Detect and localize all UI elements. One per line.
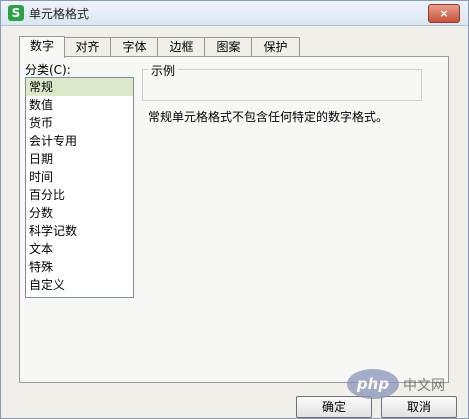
tab-pattern[interactable]: 图案 (204, 37, 253, 56)
category-list[interactable]: 常规 数值 货币 会计专用 日期 时间 百分比 分数 科学记数 文本 特殊 自定… (25, 77, 134, 298)
category-item-percentage[interactable]: 百分比 (26, 186, 133, 204)
category-item-general[interactable]: 常规 (26, 78, 133, 96)
tab-border[interactable]: 边框 (157, 37, 206, 56)
category-item-text[interactable]: 文本 (26, 240, 133, 258)
category-item-custom[interactable]: 自定义 (26, 276, 133, 294)
sample-box (142, 69, 422, 101)
tab-font[interactable]: 字体 (110, 37, 159, 56)
category-item-special[interactable]: 特殊 (26, 258, 133, 276)
dialog-title: 单元格格式 (29, 7, 90, 21)
tab-alignment[interactable]: 对齐 (63, 37, 112, 56)
title-bar[interactable]: S 单元格格式 × (1, 1, 468, 26)
php-watermark: php 中文网 (347, 369, 451, 405)
tab-number[interactable]: 数字 (19, 36, 65, 58)
wps-app-icon: S (8, 5, 24, 21)
php-logo-icon: php (347, 369, 399, 399)
format-cells-dialog: S 单元格格式 × 数字 对齐 字体 边框 图案 保护 分类(C): 常规 数值… (0, 0, 469, 419)
category-item-fraction[interactable]: 分数 (26, 204, 133, 222)
tab-protection[interactable]: 保护 (251, 37, 300, 56)
category-item-date[interactable]: 日期 (26, 150, 133, 168)
watermark-text: 中文网 (403, 378, 445, 394)
category-label: 分类(C): (25, 63, 71, 77)
category-item-accounting[interactable]: 会计专用 (26, 132, 133, 150)
category-item-number[interactable]: 数值 (26, 96, 133, 114)
close-button[interactable]: × (428, 4, 460, 23)
number-tab-panel: 分类(C): 常规 数值 货币 会计专用 日期 时间 百分比 分数 科学记数 文… (19, 56, 449, 383)
category-item-currency[interactable]: 货币 (26, 114, 133, 132)
category-item-time[interactable]: 时间 (26, 168, 133, 186)
category-item-scientific[interactable]: 科学记数 (26, 222, 133, 240)
sample-label: 示例 (148, 62, 179, 79)
format-description: 常规单元格格式不包含任何特定的数字格式。 (148, 110, 389, 124)
